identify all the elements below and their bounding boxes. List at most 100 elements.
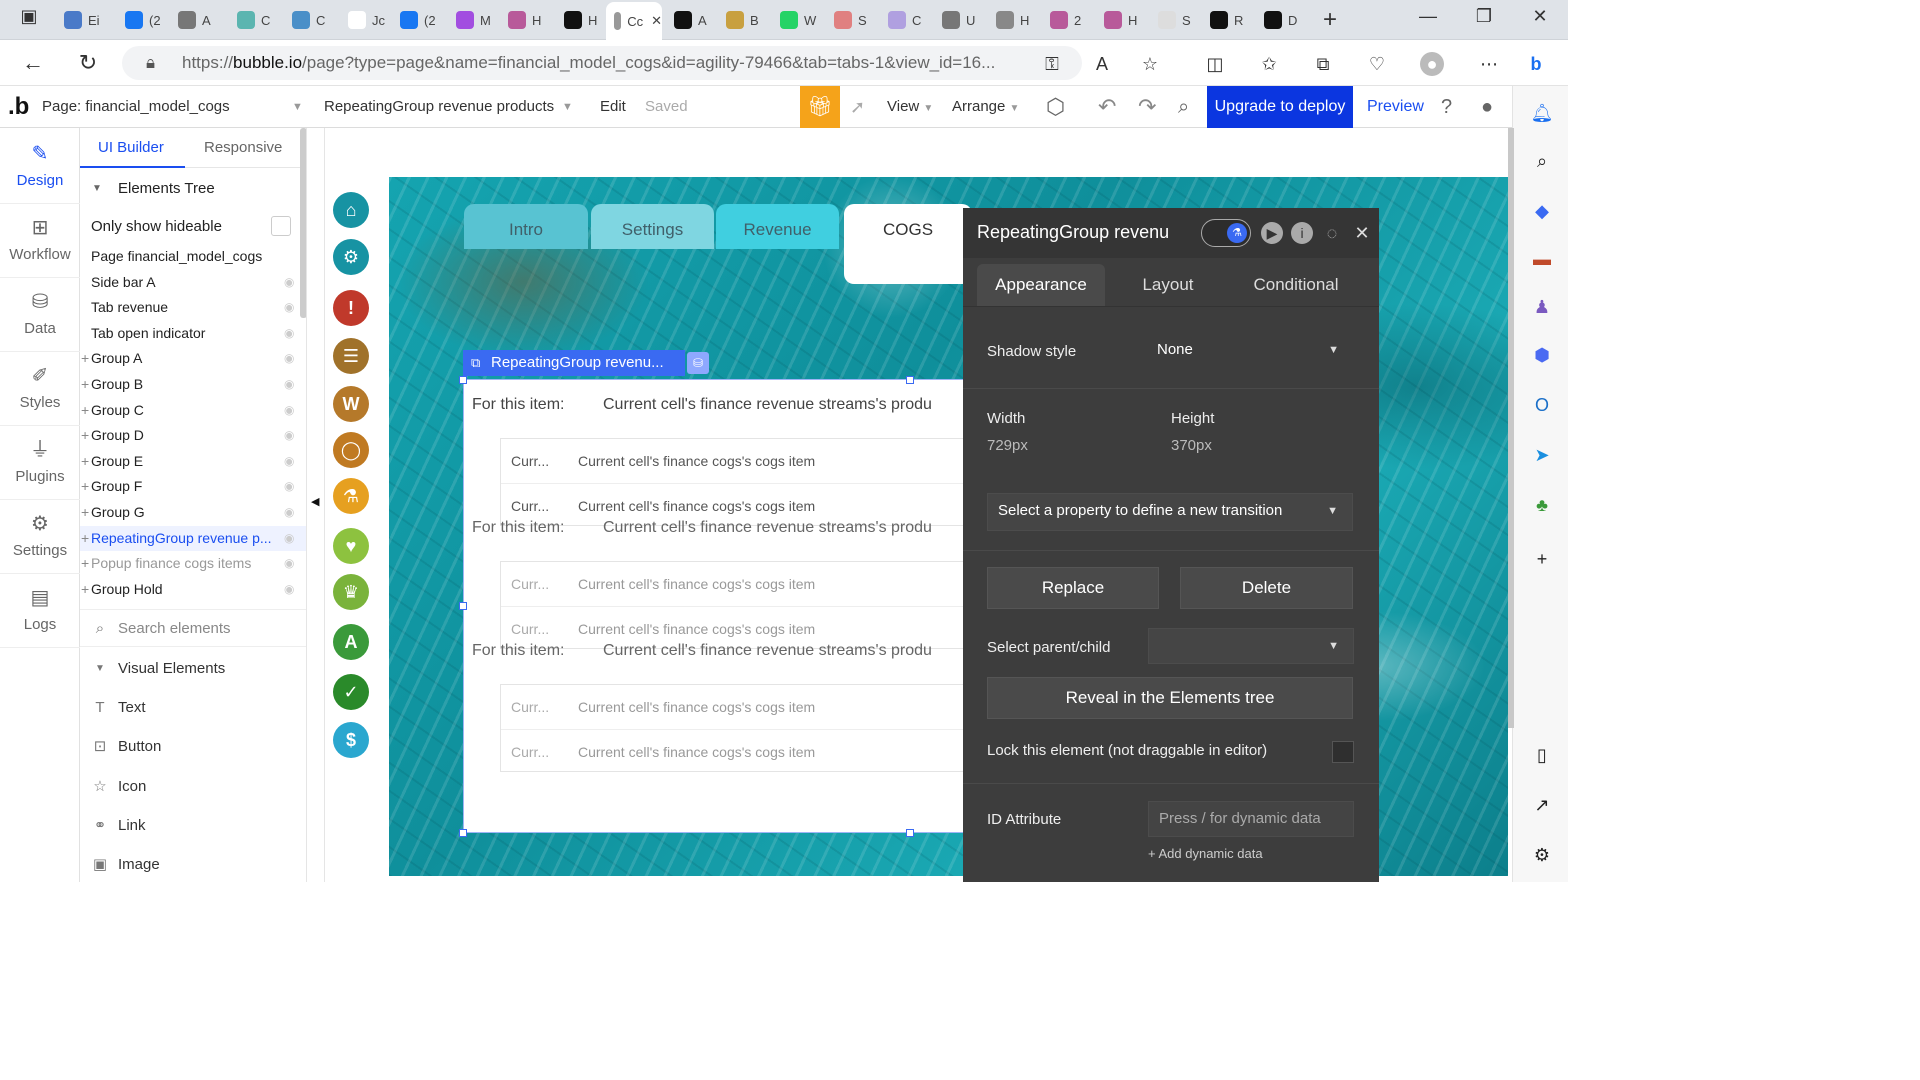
play-icon[interactable]: ▶	[1261, 222, 1283, 244]
page-select[interactable]: Page: financial_model_cogs ▼	[42, 86, 304, 128]
browser-tab[interactable]: A	[170, 6, 220, 34]
ab-icon[interactable]: A	[333, 624, 369, 660]
read-aloud-icon[interactable]: A	[1090, 52, 1114, 76]
minimize-icon[interactable]: —	[1416, 6, 1440, 27]
settings-icon[interactable]: ⚙	[333, 239, 369, 275]
nav-logs[interactable]: ▤ Logs	[0, 574, 80, 648]
eye-icon[interactable]: ◉	[284, 423, 294, 448]
eye-icon[interactable]: ◉	[284, 551, 294, 576]
cogs-row[interactable]: Curr... Current cell's finance cogs's cog…	[501, 685, 985, 729]
page-tab-intro[interactable]: Intro	[464, 204, 588, 249]
collapse-icon[interactable]: ◀	[311, 495, 319, 508]
browser-tab[interactable]: S	[826, 6, 876, 34]
cogs-row[interactable]: Curr... Current cell's finance cogs's cog…	[501, 729, 985, 773]
browser-tab[interactable]: Ei	[56, 6, 106, 34]
lock-element-checkbox[interactable]	[1332, 741, 1354, 763]
nav-design[interactable]: ✎ Design	[0, 130, 80, 204]
home-icon[interactable]: ⌂	[333, 192, 369, 228]
eye-icon[interactable]: ◉	[284, 577, 294, 602]
external-icon[interactable]: ↗	[1529, 792, 1555, 818]
browser-tab[interactable]: H	[988, 6, 1038, 34]
visual-element-image[interactable]: ▣ Image	[80, 846, 306, 882]
search-elements-row[interactable]: ⌕ Search elements	[80, 609, 306, 647]
expand-icon[interactable]: +	[81, 346, 89, 371]
browser-tab[interactable]: U	[934, 6, 984, 34]
eye-icon[interactable]: ◉	[284, 295, 294, 320]
elements-tree-header[interactable]: ▼ Elements Tree	[80, 176, 306, 201]
debug-toggle[interactable]: ⚗	[1201, 219, 1251, 247]
tree-icon[interactable]: ♣	[1529, 492, 1555, 518]
tag-icon[interactable]: ◆	[1529, 198, 1555, 224]
help-icon[interactable]: ?	[1441, 86, 1452, 128]
eye-icon[interactable]: ◉	[284, 449, 294, 474]
tree-item[interactable]: + Group B ◉	[80, 372, 306, 397]
eye-icon[interactable]: ◉	[284, 372, 294, 397]
split-screen-icon[interactable]: ◫	[1203, 52, 1227, 76]
list-icon[interactable]: ☰	[333, 338, 369, 374]
replace-button[interactable]: Replace	[987, 567, 1159, 609]
reload-icon[interactable]: ↻	[75, 50, 101, 76]
cogs-inner-group[interactable]: Curr... Current cell's finance cogs's cog…	[500, 684, 985, 773]
gift-icon[interactable]: 🎁︎	[800, 86, 840, 128]
page-tab-settings[interactable]: Settings	[591, 204, 714, 249]
expand-icon[interactable]: +	[81, 500, 89, 525]
pointer-icon[interactable]: ➚	[850, 86, 865, 128]
panel-tab-conditional[interactable]: Conditional	[1231, 264, 1361, 306]
reveal-in-tree-button[interactable]: Reveal in the Elements tree	[987, 677, 1353, 719]
browser-tab[interactable]: W	[772, 6, 822, 34]
browser-tab[interactable]: C	[284, 6, 334, 34]
bubble-logo[interactable]: .b	[8, 86, 29, 128]
undo-icon[interactable]: ↶	[1098, 86, 1116, 128]
tree-item[interactable]: + Group C ◉	[80, 398, 306, 423]
resize-handle[interactable]	[459, 602, 467, 610]
browser-tab[interactable]: C	[880, 6, 930, 34]
tree-item[interactable]: + Group D ◉	[80, 423, 306, 448]
favorite-icon[interactable]: ☆	[1138, 52, 1162, 76]
database-icon[interactable]: ⛁	[687, 352, 709, 374]
cogs-row[interactable]: Curr... Current cell's finance cogs's cog…	[501, 562, 985, 606]
expand-icon[interactable]: +	[81, 551, 89, 576]
only-hideable-checkbox[interactable]	[271, 216, 291, 236]
eye-icon[interactable]: ◉	[284, 321, 294, 346]
visual-element-text[interactable]: T Text	[80, 689, 306, 727]
tree-item[interactable]: + Group G ◉	[80, 500, 306, 525]
add-icon[interactable]: +	[1529, 546, 1555, 572]
trophy-icon[interactable]: ♛	[333, 574, 369, 610]
expand-icon[interactable]: +	[81, 474, 89, 499]
browser-tab[interactable]: Cc ✕	[606, 2, 662, 40]
close-window-icon[interactable]: ✕	[1528, 6, 1552, 27]
key-icon[interactable]: ⚿	[1040, 52, 1064, 76]
wiki-icon[interactable]: W	[333, 386, 369, 422]
flask-icon[interactable]: ⚗	[333, 478, 369, 514]
tree-item[interactable]: + Group E ◉	[80, 449, 306, 474]
comment-icon[interactable]: ◌	[1321, 222, 1343, 244]
upgrade-button[interactable]: Upgrade to deploy	[1207, 86, 1353, 128]
more-icon[interactable]: ⋯	[1477, 52, 1501, 76]
panel-splitter[interactable]: ◀	[306, 128, 325, 882]
cube-icon[interactable]: ⬡	[1046, 86, 1065, 128]
tree-item[interactable]: Tab revenue ◉	[80, 295, 306, 320]
tab-actions-icon[interactable]: ▣	[17, 6, 41, 27]
parent-child-dropdown[interactable]: ▼	[1148, 628, 1354, 664]
tree-item[interactable]: Side bar A ◉	[80, 270, 306, 295]
nav-styles[interactable]: ✐ Styles	[0, 352, 80, 426]
browser-tab[interactable]: B	[718, 6, 768, 34]
property-editor-header[interactable]: RepeatingGroup revenu ⚗ ▶ i ◌ ✕	[963, 208, 1379, 258]
alert-icon[interactable]: !	[333, 290, 369, 326]
delete-button[interactable]: Delete	[1180, 567, 1353, 609]
element-select[interactable]: RepeatingGroup revenue products ▼	[324, 86, 573, 128]
collections-icon[interactable]: ⧉	[1311, 52, 1335, 76]
resize-handle[interactable]	[906, 829, 914, 837]
browser-tab[interactable]: 2	[1042, 6, 1092, 34]
repeatinggroup-label[interactable]: ⧉ RepeatingGroup revenu...	[463, 350, 685, 376]
eye-icon[interactable]: ◉	[284, 270, 294, 295]
tree-item[interactable]: Tab open indicator ◉	[80, 321, 306, 346]
canvas-scrollbar[interactable]	[1508, 128, 1514, 728]
office-icon[interactable]: ⬢	[1529, 342, 1555, 368]
add-dynamic-data-link[interactable]: + Add dynamic data	[1148, 846, 1263, 861]
favorites-icon[interactable]: ✩	[1257, 52, 1281, 76]
cogs-inner-group[interactable]: Curr... Current cell's finance cogs's cog…	[500, 561, 985, 649]
expand-icon[interactable]: +	[81, 577, 89, 602]
browser-tab[interactable]: A	[666, 6, 716, 34]
edit-menu[interactable]: Edit	[600, 86, 626, 128]
